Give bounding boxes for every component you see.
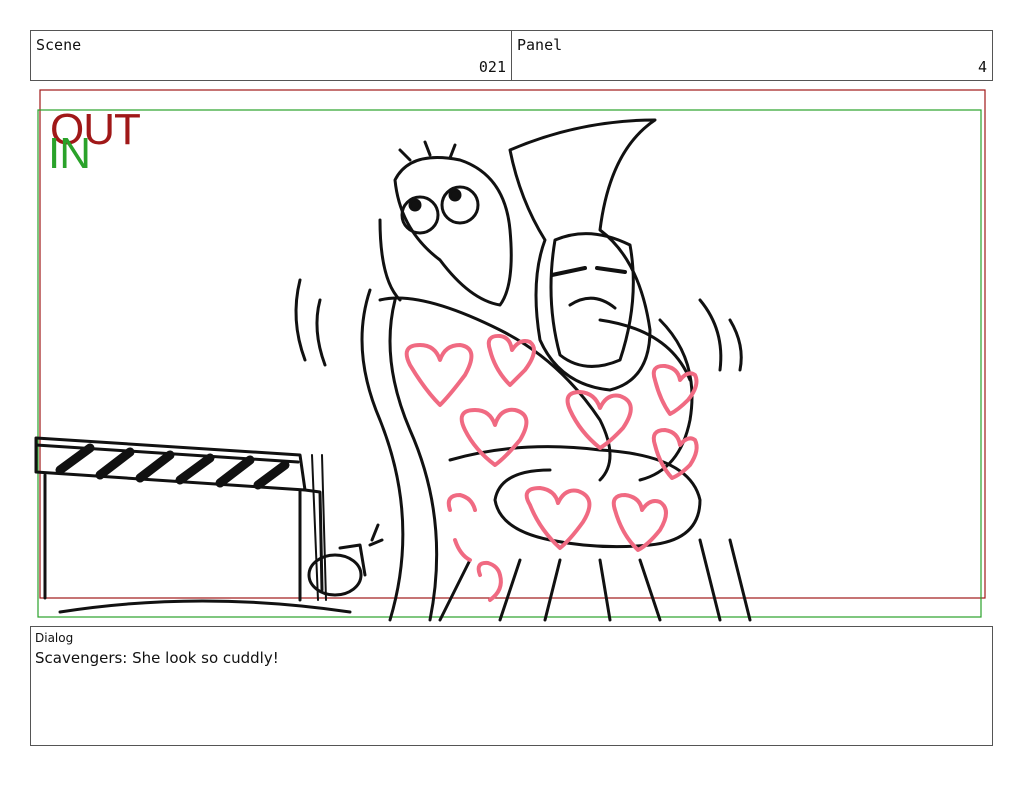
barricade-sketch [34,436,327,602]
sketch-drawing [34,118,752,622]
floor-line [58,599,352,614]
in-frame-marker: IN [48,129,91,178]
in-frame-guide [37,109,982,618]
dialog-text: Scavengers: She look so cuddly! [35,649,279,667]
dialog-label: Dialog [35,631,74,645]
bug-creature-sketch [378,140,513,307]
dialog-box: Dialog Scavengers: She look so cuddly! [30,626,993,746]
hearts-pattern [404,333,699,602]
